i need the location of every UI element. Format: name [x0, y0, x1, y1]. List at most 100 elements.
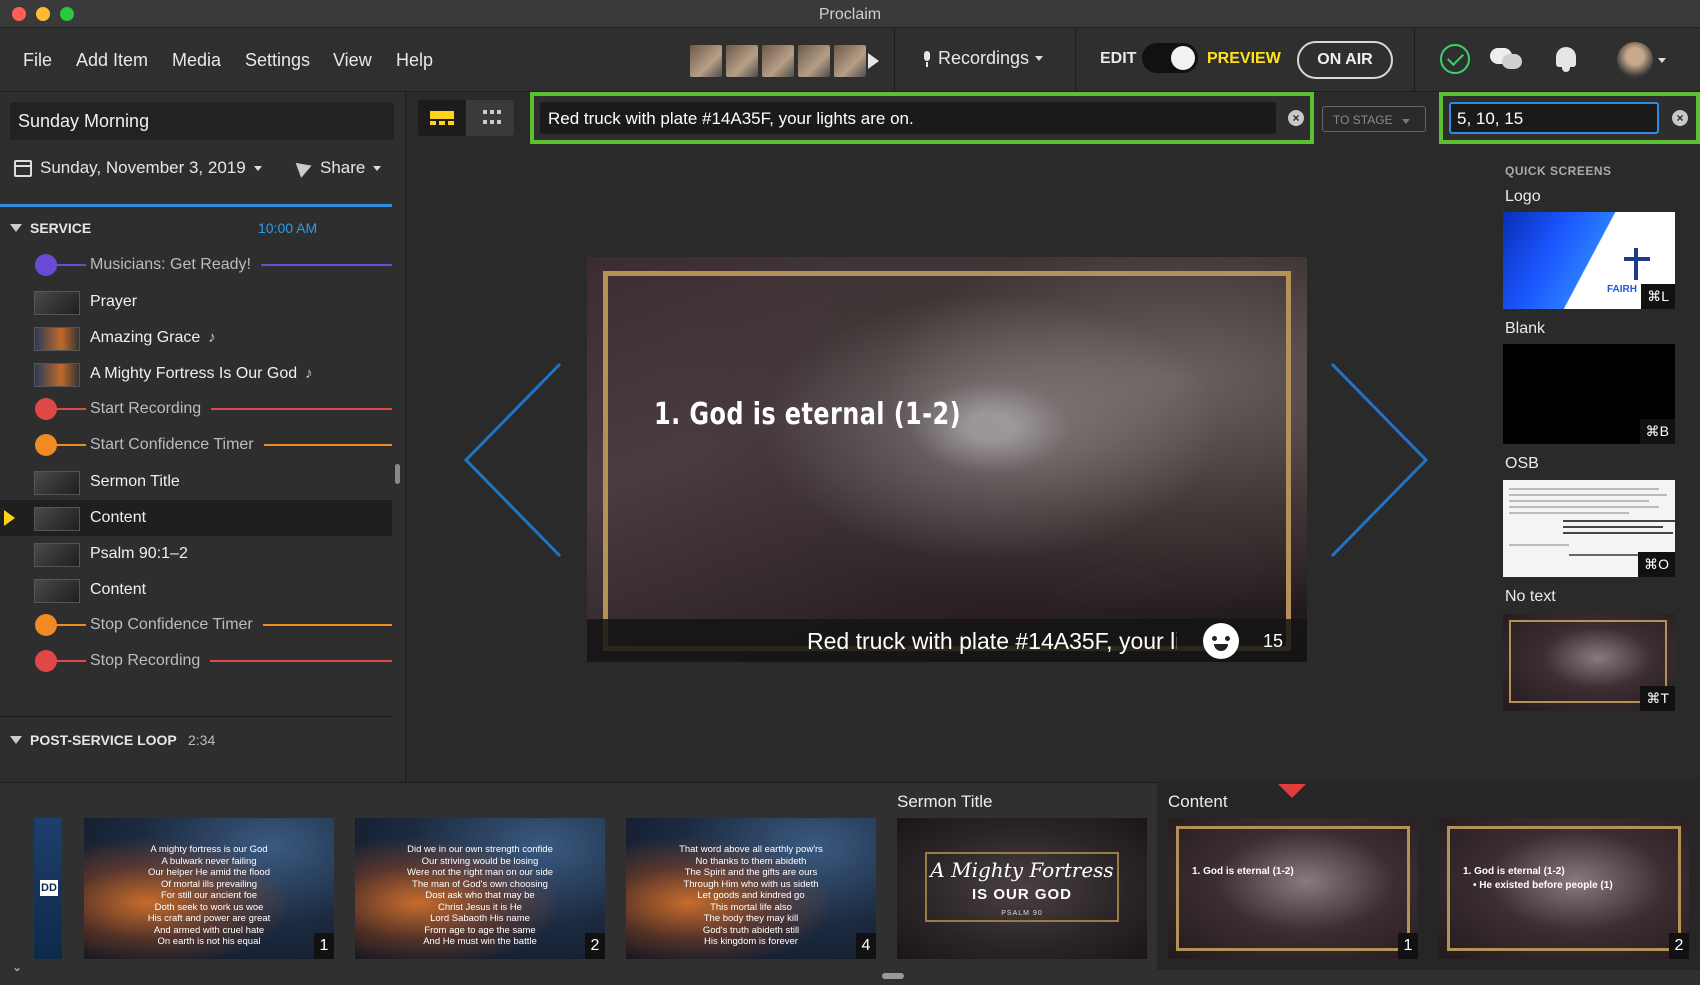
partial-slide-text: DD [40, 880, 58, 896]
sidebar-item[interactable]: Psalm 90:1–2 [0, 536, 392, 572]
sidebar-item[interactable]: Content [0, 500, 392, 536]
previous-slide-chevron-icon[interactable] [460, 360, 565, 560]
slide-view-icon [430, 111, 454, 125]
message-input[interactable]: Red truck with plate #14A35F, your light… [540, 102, 1276, 134]
play-icon[interactable] [868, 53, 879, 69]
filmstrip-slide[interactable]: That word above all earthly pow'rs No th… [626, 818, 876, 959]
scroll-down-icon[interactable]: ⌄ [12, 960, 22, 974]
menu-file[interactable]: File [23, 50, 52, 71]
sidebar-item[interactable]: A Mighty Fortress Is Our God ♪ [0, 356, 392, 392]
clear-message-icon[interactable]: × [1288, 110, 1304, 126]
toggle-knob [1171, 46, 1195, 70]
sidebar-item[interactable]: Content [0, 572, 392, 608]
service-start-time[interactable]: 10:00 AM [258, 220, 317, 236]
filmstrip-slide[interactable]: Did we in our own strength confide Our s… [355, 818, 605, 959]
menu-help[interactable]: Help [396, 50, 433, 71]
quick-screen-blank[interactable]: ⌘B [1503, 344, 1675, 444]
number-input[interactable]: 5, 10, 15 [1449, 102, 1659, 134]
slide-frame [1176, 826, 1410, 951]
quick-screen-label: OSB [1505, 455, 1539, 472]
filmstrip-slide[interactable]: A mighty fortress is our God A bulwark n… [84, 818, 334, 959]
sidebar-item[interactable]: Stop Confidence Timer [0, 607, 392, 643]
quick-screen-no-text[interactable]: ⌘T [1503, 614, 1675, 711]
avatar[interactable] [690, 45, 722, 77]
shortcut-badge: ⌘B [1639, 419, 1675, 444]
recordings-dropdown[interactable]: Recordings [922, 48, 1044, 69]
number-input-frame: 5, 10, 15 × [1439, 92, 1700, 144]
slide-number: 2 [585, 933, 605, 959]
slide-lyrics: A mighty fortress is our God A bulwark n… [147, 844, 271, 947]
chat-icon[interactable] [1490, 46, 1524, 74]
quick-screen-logo[interactable]: FAIRH ⌘L [1503, 212, 1675, 309]
avatar[interactable] [834, 45, 866, 77]
filmstrip-slide[interactable]: 1. God is eternal (1-2) • He existed bef… [1439, 818, 1689, 959]
share-icon [295, 158, 315, 178]
toolbar-divider [1075, 28, 1076, 92]
current-slide-marker [1278, 784, 1306, 798]
filmstrip-group-label: Sermon Title [897, 792, 993, 811]
sidebar-scrollbar[interactable] [395, 464, 400, 484]
recordings-label: Recordings [938, 48, 1030, 68]
sidebar-item[interactable]: Start Recording [0, 391, 392, 427]
disclosure-triangle-icon [10, 736, 22, 744]
user-menu-chevron-icon[interactable] [1658, 58, 1666, 63]
app-toolbar: File Add Item Media Settings View Help R… [0, 28, 1700, 92]
avatar[interactable] [726, 45, 758, 77]
status-check-icon[interactable] [1440, 44, 1470, 74]
cue-line [262, 624, 392, 626]
cue-icon [35, 614, 57, 636]
sidebar-item[interactable]: Sermon Title [0, 464, 392, 500]
slide-frame [603, 271, 1291, 651]
sidebar-item-label: Stop Confidence Timer [90, 616, 253, 633]
user-avatar[interactable] [1617, 42, 1653, 78]
menu-view[interactable]: View [333, 50, 372, 71]
menu-add-item[interactable]: Add Item [76, 50, 148, 71]
single-view-button[interactable] [418, 100, 466, 136]
filmstrip-slide-partial[interactable]: DD [34, 818, 62, 959]
clear-number-icon[interactable]: × [1672, 110, 1688, 126]
share-dropdown[interactable]: Share [295, 158, 382, 178]
to-stage-button[interactable]: TO STAGE [1322, 106, 1426, 132]
avatar[interactable] [762, 45, 794, 77]
plan-name-field[interactable]: Sunday Morning [10, 102, 394, 140]
sermon-title-line2: IS OUR GOD [971, 886, 1072, 903]
cue-line [210, 660, 392, 662]
sidebar-item[interactable]: Musicians: Get Ready! [0, 247, 392, 283]
avatar[interactable] [798, 45, 830, 77]
menu-settings[interactable]: Settings [245, 50, 310, 71]
cue-connector [56, 408, 86, 410]
slide-number: 4 [856, 933, 876, 959]
next-slide-chevron-icon[interactable] [1328, 360, 1433, 560]
panel-resize-handle[interactable] [882, 973, 904, 979]
filmstrip-slide[interactable]: A Mighty Fortress IS OUR GOD PSALM 90 [897, 818, 1147, 959]
shortcut-badge: ⌘L [1641, 284, 1675, 309]
sidebar-item-label: Start Confidence Timer [90, 436, 254, 453]
quick-screen-osb[interactable]: ⌘O [1503, 480, 1675, 577]
sidebar-item-label: A Mighty Fortress Is Our God [90, 365, 298, 382]
edit-preview-toggle[interactable] [1142, 43, 1198, 73]
notifications-bell-icon[interactable] [1553, 45, 1579, 73]
on-air-button[interactable]: ON AIR [1297, 41, 1393, 79]
post-service-loop-header[interactable]: POST-SERVICE LOOP [10, 732, 177, 748]
collaborator-avatars[interactable] [690, 45, 866, 77]
service-section-header[interactable]: SERVICE [10, 220, 91, 236]
preview-mode-label[interactable]: PREVIEW [1207, 50, 1281, 68]
slide-bullet: • He existed before people (1) [1473, 880, 1613, 891]
sidebar-item[interactable]: Prayer [0, 284, 392, 320]
sidebar-item[interactable]: Amazing Grace ♪ [0, 320, 392, 356]
sidebar-item[interactable]: Start Confidence Timer [0, 427, 392, 463]
window-title: Proclaim [818, 6, 882, 23]
cue-connector [56, 624, 86, 626]
filmstrip-slide[interactable]: 1. God is eternal (1-2) 1 [1168, 818, 1418, 959]
toolbar-divider [1414, 28, 1415, 92]
sidebar-item[interactable]: Stop Recording [0, 643, 392, 679]
sidebar-item-label: Content [90, 581, 147, 598]
service-date-dropdown[interactable]: Sunday, November 3, 2019 [14, 158, 262, 178]
disclosure-triangle-icon [10, 224, 22, 232]
edit-mode-label[interactable]: EDIT [1100, 50, 1136, 68]
menu-media[interactable]: Media [172, 50, 221, 71]
cue-icon [35, 650, 57, 672]
slide-number: 1 [314, 933, 334, 959]
item-thumbnail [34, 471, 80, 495]
slide-preview[interactable]: 1. God is eternal (1-2) Red truck with p… [587, 257, 1307, 662]
